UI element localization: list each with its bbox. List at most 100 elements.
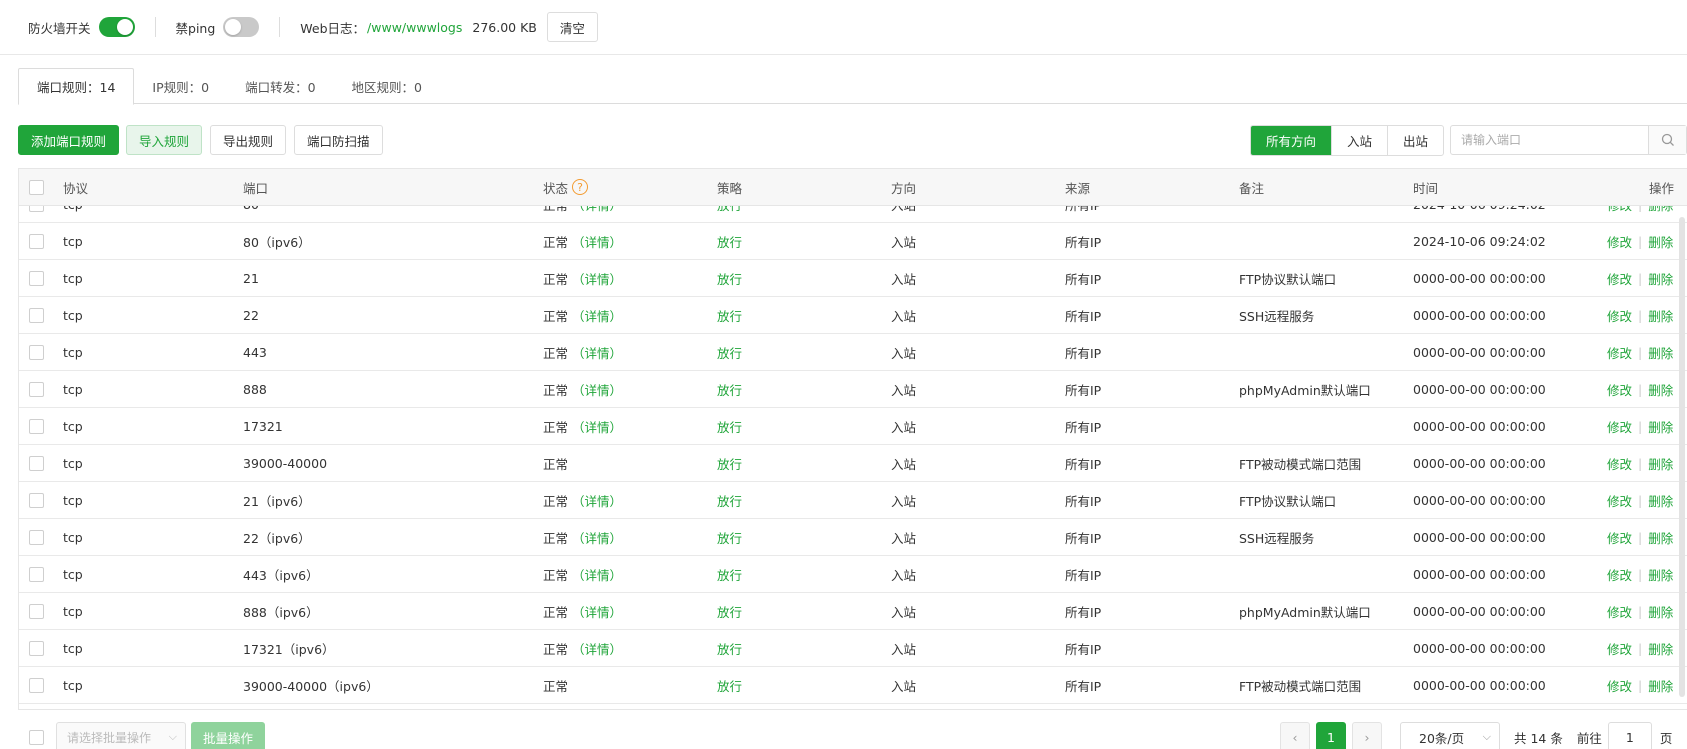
cell-actions: 修改 | 删除 [1607,408,1673,444]
edit-link[interactable]: 修改 [1607,565,1632,584]
edit-link[interactable]: 修改 [1607,491,1632,510]
edit-link[interactable]: 修改 [1607,417,1632,436]
port-search-input[interactable] [1451,126,1648,154]
cell-direction: 入站 [891,641,917,657]
row-checkbox[interactable] [29,308,44,323]
row-checkbox[interactable] [29,419,44,434]
cell-port: 443 [243,344,267,360]
detail-link[interactable]: （详情） [572,380,622,399]
cell-strategy: 放行 [717,456,743,472]
edit-link[interactable]: 修改 [1607,269,1632,288]
edit-link[interactable]: 修改 [1607,343,1632,362]
row-checkbox[interactable] [29,382,44,397]
cell-strategy: 放行 [717,345,743,361]
cell-actions: 修改 | 删除 [1607,556,1673,592]
detail-link[interactable]: （详情） [572,232,622,251]
row-checkbox[interactable] [29,641,44,656]
direction-option-1[interactable]: 入站 [1331,126,1387,155]
row-checkbox[interactable] [29,604,44,619]
port-scan-protect-button[interactable]: 端口防扫描 [294,125,383,155]
direction-option-2[interactable]: 出站 [1387,126,1443,155]
delete-link[interactable]: 删除 [1648,491,1673,510]
delete-link[interactable]: 删除 [1648,454,1673,473]
delete-link[interactable]: 删除 [1648,232,1673,251]
tab-3[interactable]: 地区规则：0 [334,68,440,104]
row-checkbox[interactable] [29,456,44,471]
next-page-button[interactable]: › [1352,722,1382,749]
batch-action-select[interactable]: 请选择批量操作 ⌵ [56,722,186,749]
row-checkbox[interactable] [29,678,44,693]
footer-select-all-checkbox[interactable] [29,730,44,745]
goto-page-input[interactable] [1607,722,1652,749]
edit-link[interactable]: 修改 [1607,306,1632,325]
select-all-checkbox[interactable] [29,180,44,195]
delete-link[interactable]: 删除 [1648,602,1673,621]
export-rules-button[interactable]: 导出规则 [210,125,287,155]
row-checkbox[interactable] [29,530,44,545]
add-port-rule-button[interactable]: 添加端口规则 [18,125,120,155]
delete-link[interactable]: 删除 [1648,343,1673,362]
header-protocol: 协议 [63,180,89,196]
edit-link[interactable]: 修改 [1607,232,1632,251]
edit-link[interactable]: 修改 [1607,639,1632,658]
cell-strategy: 放行 [717,271,743,287]
direction-option-0[interactable]: 所有方向 [1251,126,1332,155]
cell-actions: 修改 | 删除 [1607,630,1673,666]
search-button[interactable] [1648,126,1686,154]
ping-toggle[interactable] [223,17,260,37]
detail-link[interactable]: （详情） [572,639,622,658]
page-size-select[interactable]: 20条/页 ⌵ [1400,722,1500,749]
detail-link[interactable]: （详情） [572,306,622,325]
delete-link[interactable]: 删除 [1648,306,1673,325]
cell-protocol: tcp [63,381,83,397]
delete-link[interactable]: 删除 [1648,269,1673,288]
edit-link[interactable]: 修改 [1607,676,1632,695]
cell-strategy: 放行 [717,567,743,583]
detail-link[interactable]: （详情） [572,491,622,510]
cell-actions: 修改 | 删除 [1607,593,1673,629]
cell-time: 0000-00-00 00:00:00 [1413,455,1546,471]
cell-actions: 修改 | 删除 [1607,297,1673,333]
weblog-path-link[interactable]: /www/wwwlogs [367,20,462,35]
edit-link[interactable]: 修改 [1607,528,1632,547]
firewall-topbar: 防火墙开关 禁ping Web日志： /www/wwwlogs 276.00 K… [0,0,1687,55]
cell-protocol: tcp [63,603,83,619]
firewall-toggle[interactable] [98,17,135,37]
cell-port: 17321 [243,418,283,434]
pagination: ‹ 1 › 20条/页 ⌵ 共 14 条 前往 页 [1280,722,1672,749]
edit-link[interactable]: 修改 [1607,454,1632,473]
edit-link[interactable]: 修改 [1607,380,1632,399]
chevron-down-icon: ⌵ [168,730,177,743]
edit-link[interactable]: 修改 [1607,602,1632,621]
tab-0[interactable]: 端口规则：14 [18,68,135,105]
toggle-knob [116,19,133,35]
import-rules-button[interactable]: 导入规则 [126,125,203,155]
row-checkbox[interactable] [29,271,44,286]
tab-2[interactable]: 端口转发：0 [227,68,333,104]
tab-1[interactable]: IP规则：0 [134,68,227,104]
delete-link[interactable]: 删除 [1648,676,1673,695]
cell-source: 所有IP [1065,678,1102,694]
detail-link[interactable]: （详情） [572,417,622,436]
clear-log-button[interactable]: 清空 [546,12,598,42]
delete-link[interactable]: 删除 [1648,528,1673,547]
prev-page-button[interactable]: ‹ [1280,722,1310,749]
row-checkbox[interactable] [29,345,44,360]
row-checkbox[interactable] [29,567,44,582]
help-icon[interactable]: ? [572,179,589,195]
delete-link[interactable]: 删除 [1648,639,1673,658]
row-checkbox[interactable] [29,493,44,508]
delete-link[interactable]: 删除 [1648,565,1673,584]
cell-direction: 入站 [891,234,917,250]
page-number[interactable]: 1 [1316,722,1346,749]
detail-link[interactable]: （详情） [572,343,622,362]
row-checkbox[interactable] [29,234,44,249]
detail-link[interactable]: （详情） [572,528,622,547]
delete-link[interactable]: 删除 [1648,380,1673,399]
detail-link[interactable]: （详情） [572,565,622,584]
detail-link[interactable]: （详情） [572,602,622,621]
batch-action-button[interactable]: 批量操作 [191,722,266,749]
table-scrollbar[interactable] [1679,217,1685,697]
delete-link[interactable]: 删除 [1648,417,1673,436]
detail-link[interactable]: （详情） [572,269,622,288]
